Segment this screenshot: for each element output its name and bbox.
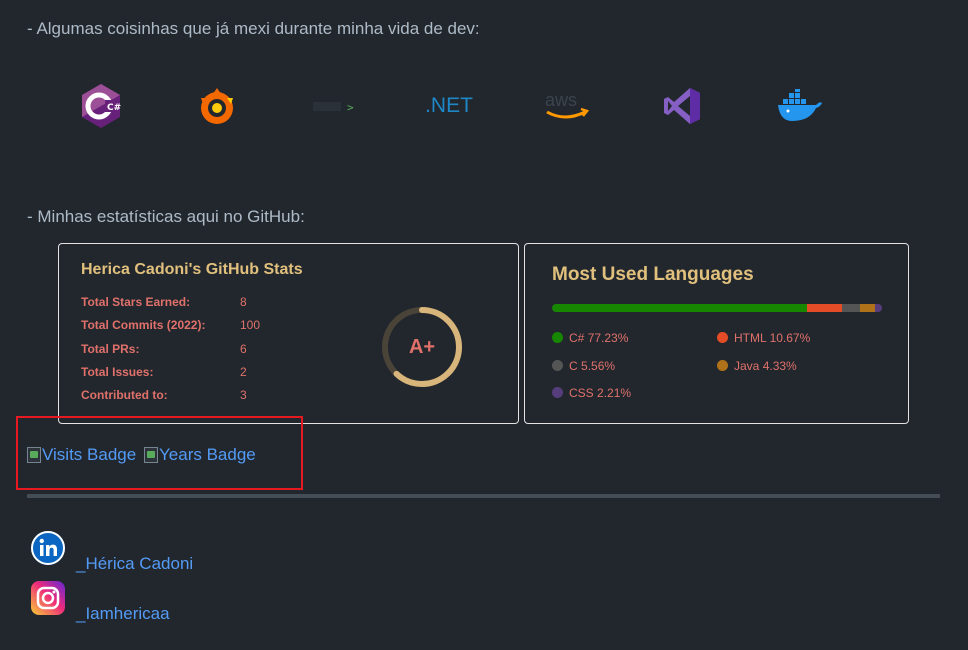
csharp-icon: C#: [71, 80, 131, 132]
rank-circle: A+: [381, 306, 463, 388]
svg-text:aws: aws: [545, 90, 577, 110]
language-item-css: CSS 2.21%: [552, 386, 631, 400]
language-bar-segment: [874, 304, 882, 312]
language-dot: [552, 387, 563, 398]
broken-image-icon: [144, 447, 158, 463]
visits-badge-alt: Visits Badge: [42, 445, 137, 464]
linkedin-link[interactable]: _Hérica Cadoni: [76, 554, 193, 574]
language-bar-segment: [806, 304, 843, 312]
years-badge-link[interactable]: Years Badge: [144, 445, 256, 465]
stat-value: 8: [240, 295, 247, 309]
section-divider: [27, 494, 940, 498]
language-dot: [717, 360, 728, 371]
linkedin-icon[interactable]: [31, 531, 65, 565]
language-bar-segment: [860, 304, 875, 312]
stat-value: 100: [240, 318, 261, 332]
stat-label: Total Issues:: [81, 365, 154, 379]
stats-heading: - Minhas estatísticas aqui no GitHub:: [27, 207, 305, 226]
github-stats-card[interactable]: Herica Cadoni's GitHub Stats Total Stars…: [58, 243, 519, 424]
language-item-c: C 5.56%: [552, 359, 615, 373]
instagram-icon[interactable]: [31, 581, 65, 615]
tech-icons-row: C# > .NET aws: [0, 80, 968, 132]
stat-label: Contributed to:: [81, 388, 168, 402]
stat-value: 6: [240, 342, 247, 356]
languages-card-title: Most Used Languages: [552, 264, 754, 285]
language-item-html: HTML 10.67%: [717, 331, 810, 345]
broken-image-icon: [27, 447, 41, 463]
powershell-icon: >: [302, 80, 362, 132]
stat-label: Total Stars Earned:: [81, 295, 191, 309]
visual-studio-icon: [652, 80, 712, 132]
stat-value: 2: [240, 365, 247, 379]
stats-card-title: Herica Cadoni's GitHub Stats: [81, 261, 303, 278]
aws-icon: aws: [536, 80, 596, 132]
visits-badge-link[interactable]: Visits Badge: [27, 445, 136, 465]
svg-text:>: >: [347, 101, 354, 114]
svg-text:C#: C#: [107, 103, 121, 113]
language-bar-segment: [842, 304, 861, 312]
grafana-icon: [187, 80, 247, 132]
language-bar-segment: [552, 304, 807, 312]
language-dot: [552, 332, 563, 343]
stat-value: 3: [240, 388, 247, 402]
instagram-link[interactable]: _Iamhericaa: [76, 604, 170, 624]
languages-card[interactable]: Most Used Languages C# 77.23% HTML 10.67…: [524, 243, 909, 424]
stat-label: Total Commits (2022):: [81, 318, 206, 332]
language-dot: [717, 332, 728, 343]
years-badge-alt: Years Badge: [159, 445, 256, 464]
language-item-java: Java 4.33%: [717, 359, 797, 373]
languages-progress-bar: [552, 304, 882, 312]
language-item-csharp: C# 77.23%: [552, 331, 628, 345]
tech-heading: - Algumas coisinhas que já mexi durante …: [27, 19, 480, 38]
docker-icon: [769, 80, 829, 132]
language-dot: [552, 360, 563, 371]
stat-label: Total PRs:: [81, 342, 140, 356]
rank-grade: A+: [408, 335, 436, 358]
dotnet-icon: .NET: [425, 94, 473, 117]
